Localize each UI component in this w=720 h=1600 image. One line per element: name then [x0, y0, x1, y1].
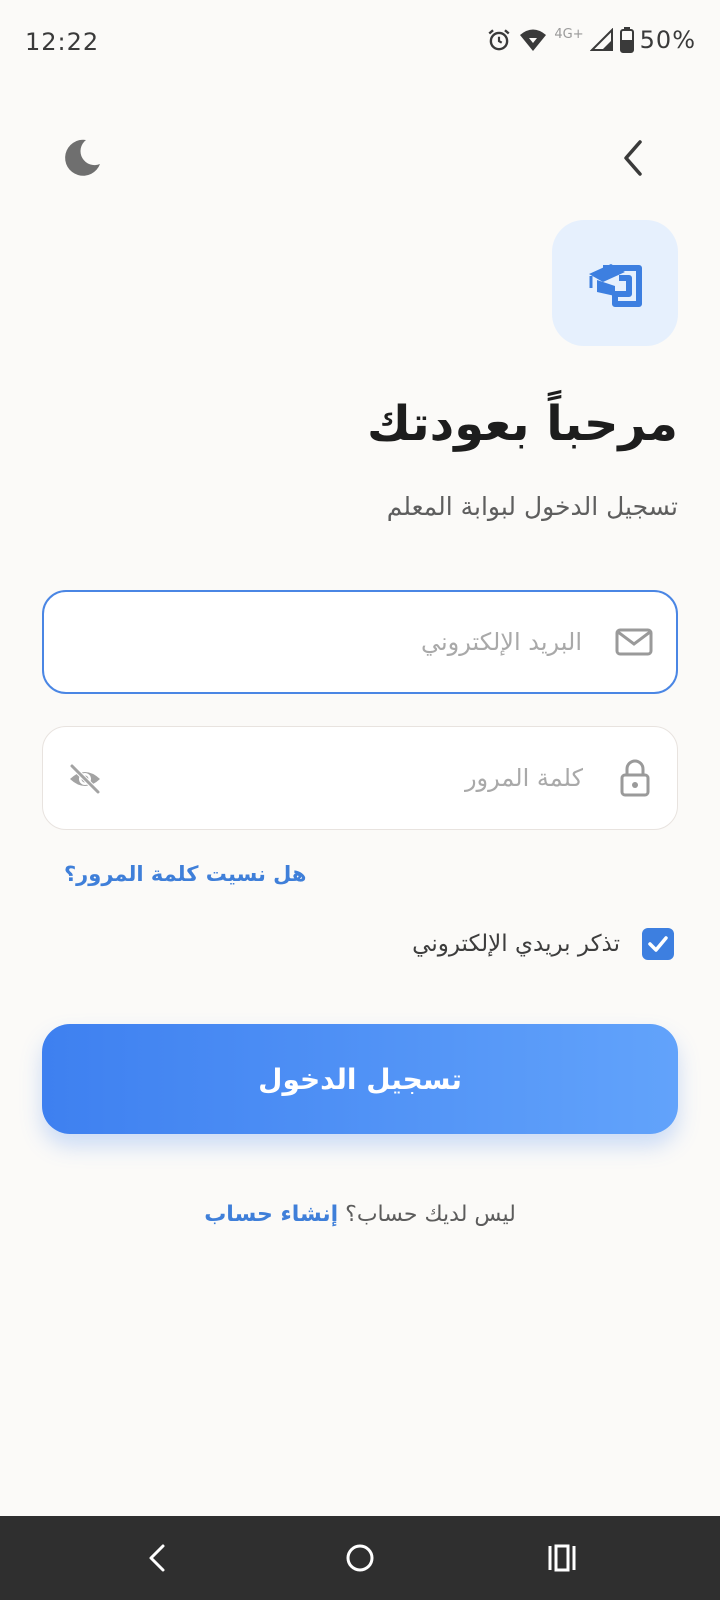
status-time: 12:22 [25, 28, 100, 56]
checkmark-icon [648, 936, 668, 952]
moon-icon [65, 139, 100, 176]
alarm-icon [488, 29, 510, 51]
password-input[interactable] [73, 727, 585, 829]
signal-icon [589, 28, 613, 51]
remember-me-label: تذكر بريدي الإلكتروني [412, 931, 620, 957]
lock-icon [620, 759, 650, 797]
nav-recents-button[interactable] [540, 1536, 584, 1580]
back-button[interactable] [612, 136, 656, 180]
recents-icon [548, 1544, 576, 1572]
nav-back-button[interactable] [136, 1536, 180, 1580]
mail-icon [615, 628, 653, 656]
status-icons: 4G+ 50% [486, 26, 696, 54]
wifi-icon [520, 29, 547, 51]
email-field-container [42, 590, 678, 694]
email-input[interactable] [74, 592, 584, 692]
system-nav-bar [0, 1516, 720, 1600]
network-label: 4G+ [554, 26, 584, 42]
back-icon [149, 1544, 165, 1572]
signup-question: ليس لديك حساب؟ [345, 1202, 516, 1227]
forgot-password-link[interactable]: هل نسيت كلمة المرور؟ [64, 862, 306, 886]
theme-toggle-button[interactable] [60, 136, 104, 180]
chevron-left-icon [624, 140, 642, 176]
battery-icon [619, 27, 634, 53]
battery-percent: 50% [639, 26, 696, 54]
nav-home-button[interactable] [338, 1536, 382, 1580]
password-field-container [42, 726, 678, 830]
page-title: مرحباً بعودتك [366, 396, 678, 452]
app-logo [552, 220, 678, 346]
graduation-cap-icon [589, 264, 642, 307]
signup-row: ليس لديك حساب؟ إنشاء حساب [0, 1202, 720, 1227]
remember-me-checkbox[interactable] [642, 928, 674, 960]
login-button[interactable]: تسجيل الدخول [42, 1024, 678, 1134]
page-subtitle: تسجيل الدخول لبوابة المعلم [386, 492, 678, 521]
create-account-link[interactable]: إنشاء حساب [204, 1202, 338, 1227]
remember-me-row[interactable]: تذكر بريدي الإلكتروني [412, 928, 674, 960]
home-icon [346, 1544, 374, 1572]
